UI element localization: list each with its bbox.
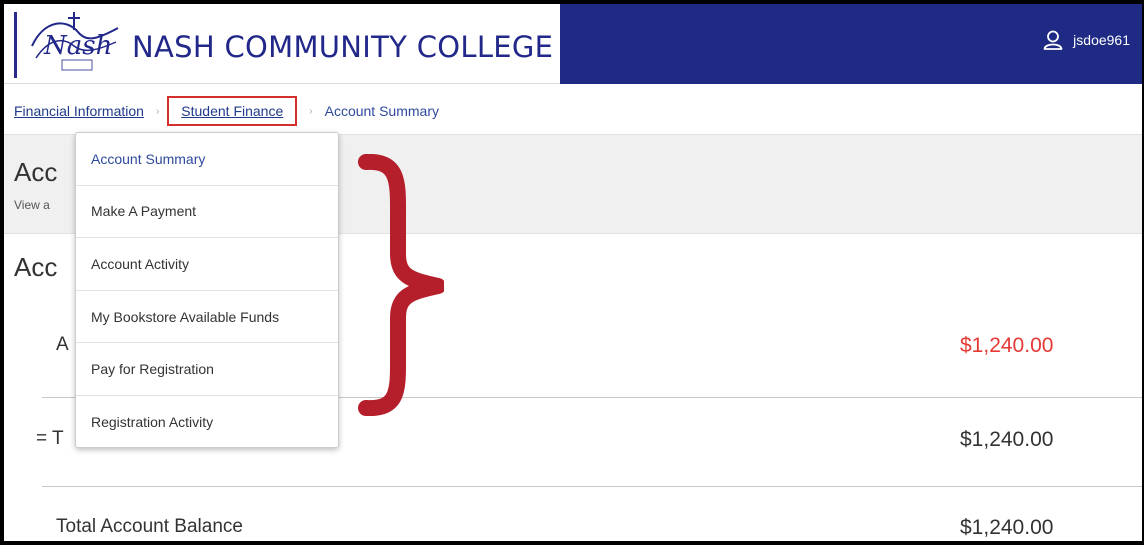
breadcrumb-separator: ›: [155, 105, 160, 117]
header: Nash NASH COMMUNITY COLLEGE jsdoe961: [4, 4, 1142, 84]
app-window: Nash NASH COMMUNITY COLLEGE jsdoe961 Fin…: [0, 0, 1144, 545]
row-label: = T: [36, 428, 64, 449]
breadcrumb-account-summary: Account Summary: [324, 103, 439, 119]
menu-item-account-activity[interactable]: Account Activity: [76, 238, 338, 291]
section-title: Acc: [14, 252, 58, 282]
divider: [42, 486, 1142, 487]
user-icon: [1043, 30, 1063, 50]
amount-due: $1,240.00: [960, 334, 1054, 357]
total-amount: $1,240.00: [960, 428, 1054, 451]
student-finance-dropdown: Account Summary Make A Payment Account A…: [75, 132, 339, 448]
breadcrumb-financial-information[interactable]: Financial Information: [14, 103, 144, 119]
breadcrumb-student-finance[interactable]: Student Finance: [167, 96, 298, 126]
total-account-balance-amount: $1,240.00: [960, 516, 1054, 539]
svg-text:Nash: Nash: [43, 31, 112, 61]
menu-item-account-summary[interactable]: Account Summary: [76, 133, 338, 186]
college-name: NASH COMMUNITY COLLEGE: [132, 30, 554, 64]
menu-item-registration-activity[interactable]: Registration Activity: [76, 396, 338, 449]
menu-item-pay-for-registration[interactable]: Pay for Registration: [76, 343, 338, 396]
nash-logo-icon: Nash: [31, 12, 119, 71]
breadcrumb-separator: ›: [309, 105, 313, 117]
username: jsdoe961: [1073, 32, 1130, 48]
curly-brace-annotation-icon: [358, 154, 444, 416]
page-title: Acc: [14, 157, 58, 187]
row-label: A: [56, 334, 69, 355]
page-subtitle: View a: [14, 198, 50, 212]
breadcrumb: Financial Information › Student Finance …: [14, 94, 439, 128]
total-account-balance-label: Total Account Balance: [56, 516, 243, 537]
menu-item-bookstore-funds[interactable]: My Bookstore Available Funds: [76, 291, 338, 344]
user-menu[interactable]: jsdoe961: [1043, 30, 1130, 50]
menu-item-make-a-payment[interactable]: Make A Payment: [76, 186, 338, 239]
top-bar: jsdoe961: [560, 4, 1142, 84]
brand-area[interactable]: Nash NASH COMMUNITY COLLEGE: [4, 4, 560, 84]
brand-stripe: [14, 12, 17, 78]
